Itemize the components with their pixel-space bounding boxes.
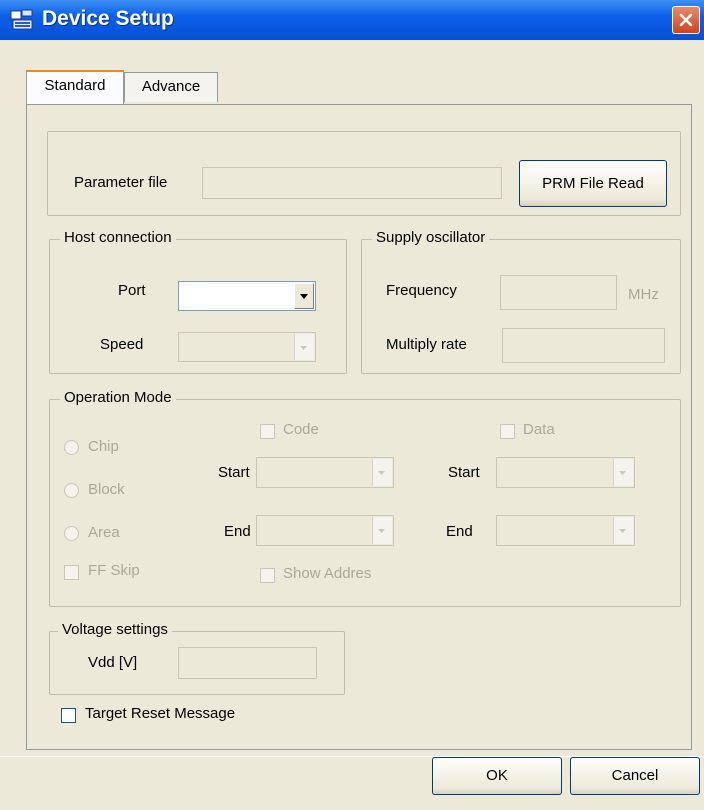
target-reset-message-checkbox[interactable] <box>61 708 76 723</box>
title-bar[interactable]: Device Setup <box>0 0 704 40</box>
code-checkbox[interactable] <box>260 424 275 439</box>
chevron-down-icon <box>619 471 626 475</box>
speed-label: Speed <box>100 336 144 353</box>
close-icon <box>679 13 693 27</box>
port-dropdown-button[interactable] <box>294 283 314 309</box>
parameter-file-field[interactable] <box>202 167 502 199</box>
target-reset-message-label: Target Reset Message <box>85 705 236 722</box>
vdd-label: Vdd [V] <box>88 654 138 671</box>
frequency-label: Frequency <box>386 282 457 299</box>
port-select[interactable] <box>178 281 316 311</box>
supply-oscillator-group: Supply oscillator Frequency MHz Multiply… <box>361 229 681 374</box>
window-title: Device Setup <box>42 7 174 30</box>
multiply-rate-field[interactable] <box>502 328 665 363</box>
speed-dropdown-button[interactable] <box>294 334 314 360</box>
ff-skip-label: FF Skip <box>88 562 140 579</box>
chevron-down-icon <box>300 346 307 350</box>
voltage-settings-title: Voltage settings <box>58 621 172 638</box>
code-start-select[interactable] <box>256 457 394 488</box>
tab-standard-label: Standard <box>44 77 106 94</box>
operation-mode-title: Operation Mode <box>60 389 176 406</box>
parameter-file-group: Parameter file PRM File Read <box>47 131 681 216</box>
host-connection-group: Host connection Port Speed <box>49 229 347 374</box>
port-label: Port <box>118 282 146 299</box>
code-start-label: Start <box>218 464 250 481</box>
data-end-select[interactable] <box>496 515 635 546</box>
parameter-file-label: Parameter file <box>74 174 168 191</box>
frequency-unit: MHz <box>628 286 659 303</box>
ok-button[interactable]: OK <box>432 757 562 795</box>
radio-block-label: Block <box>88 481 125 498</box>
host-connection-title: Host connection <box>60 229 176 246</box>
code-end-dropdown-button[interactable] <box>372 517 392 544</box>
voltage-settings-group: Voltage settings Vdd [V] <box>49 621 345 695</box>
radio-area[interactable] <box>64 526 79 541</box>
close-button[interactable] <box>672 6 700 34</box>
data-end-dropdown-button[interactable] <box>613 517 633 544</box>
show-address-label: Show Addres <box>283 565 372 582</box>
chevron-down-icon <box>619 529 626 533</box>
data-end-label: End <box>446 523 473 540</box>
show-address-checkbox[interactable] <box>260 568 275 583</box>
data-start-select[interactable] <box>496 457 635 488</box>
cancel-button[interactable]: Cancel <box>570 757 700 795</box>
data-start-label: Start <box>448 464 480 481</box>
multiply-rate-label: Multiply rate <box>386 336 467 353</box>
operation-mode-group: Operation Mode Chip Block Area FF Skip C… <box>49 389 681 607</box>
frequency-field[interactable] <box>500 275 617 310</box>
code-label: Code <box>283 421 319 438</box>
radio-area-label: Area <box>88 524 120 541</box>
app-icon <box>10 9 33 30</box>
device-setup-dialog: Device Setup Standard Advance Parameter … <box>0 0 704 810</box>
code-start-dropdown-button[interactable] <box>372 459 392 486</box>
code-end-select[interactable] <box>256 515 394 546</box>
radio-chip[interactable] <box>64 440 79 455</box>
radio-block[interactable] <box>64 483 79 498</box>
speed-select[interactable] <box>178 332 316 362</box>
tab-standard[interactable]: Standard <box>26 70 124 104</box>
data-start-dropdown-button[interactable] <box>613 459 633 486</box>
vdd-field[interactable] <box>178 647 317 679</box>
radio-chip-label: Chip <box>88 438 119 455</box>
chevron-down-icon <box>378 529 385 533</box>
supply-oscillator-title: Supply oscillator <box>372 229 490 246</box>
chevron-down-icon <box>378 471 385 475</box>
tab-advance[interactable]: Advance <box>124 72 218 102</box>
standard-tab-panel: Parameter file PRM File Read Host connec… <box>26 104 692 750</box>
data-checkbox[interactable] <box>500 424 515 439</box>
ff-skip-checkbox[interactable] <box>64 565 79 580</box>
tab-advance-label: Advance <box>141 78 201 95</box>
data-label: Data <box>523 421 555 438</box>
code-end-label: End <box>224 523 251 540</box>
chevron-down-icon <box>300 294 308 299</box>
prm-file-read-button[interactable]: PRM File Read <box>519 160 667 207</box>
